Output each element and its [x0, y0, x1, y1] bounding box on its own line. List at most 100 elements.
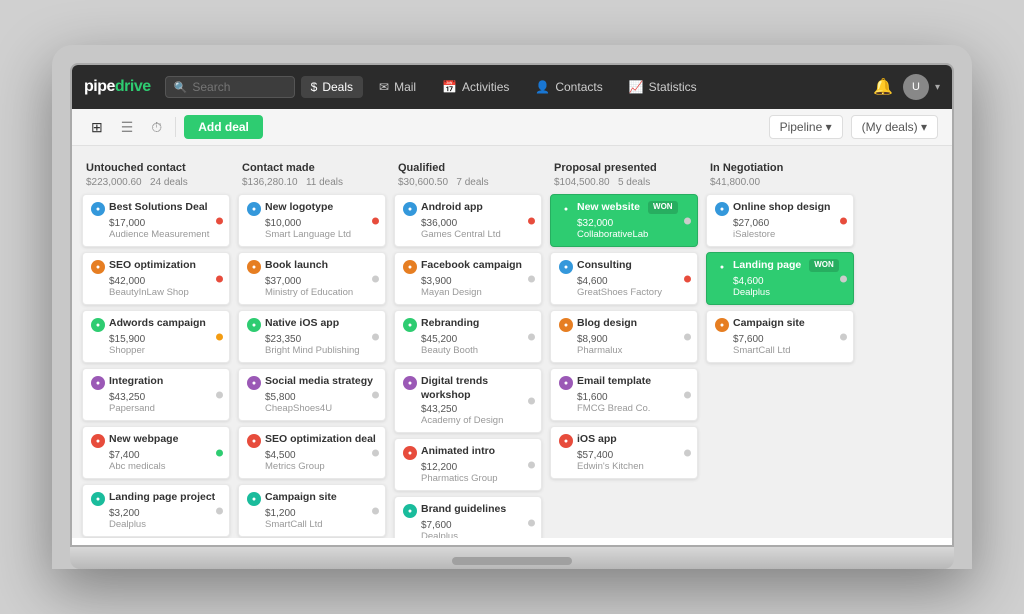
- search-box[interactable]: 🔍: [165, 76, 295, 98]
- card-company: CollaborativeLab: [559, 229, 689, 240]
- col-title: Untouched contact: [86, 162, 226, 175]
- card-price: $7,400: [91, 450, 221, 461]
- col-header-contact-made: Contact made $136,280.10 11 deals: [238, 156, 386, 194]
- deal-card[interactable]: ● Consulting $4,600 GreatShoes Factory: [550, 252, 698, 305]
- add-deal-button[interactable]: Add deal: [184, 115, 263, 139]
- toolbar: ⊞ ☰ ⏱ Add deal Pipeline ▾ (My deals) ▾: [72, 109, 952, 146]
- card-price: $32,000: [559, 218, 689, 229]
- nav-statistics[interactable]: 📈 Statistics: [619, 76, 707, 98]
- list-view-icon[interactable]: ☰: [116, 116, 139, 139]
- user-avatar[interactable]: U: [903, 74, 929, 100]
- card-status-dot: [372, 217, 379, 224]
- card-status-dot: [216, 449, 223, 456]
- card-avatar: ●: [559, 376, 573, 390]
- deal-card[interactable]: ● Landing page project $3,200 Dealplus: [82, 484, 230, 537]
- deal-card[interactable]: ● Digital trends workshop $43,250 Academ…: [394, 368, 542, 433]
- card-title: ● Landing page project: [91, 491, 221, 506]
- card-status-dot: [216, 391, 223, 398]
- card-price: $7,600: [403, 520, 533, 531]
- card-company: Metrics Group: [247, 461, 377, 472]
- search-input[interactable]: [192, 80, 285, 94]
- deal-card[interactable]: ● Book launch $37,000 Ministry of Educat…: [238, 252, 386, 305]
- deal-card[interactable]: ● Online shop design $27,060 iSalestore: [706, 194, 854, 247]
- nav-contacts[interactable]: 👤 Contacts: [525, 76, 612, 98]
- deal-card[interactable]: ● Rebranding $45,200 Beauty Booth: [394, 310, 542, 363]
- user-menu-chevron[interactable]: ▾: [935, 82, 940, 93]
- card-price: $8,900: [559, 334, 689, 345]
- card-status-dot: [684, 275, 691, 282]
- card-company: Academy of Design: [403, 415, 533, 426]
- card-status-dot: [684, 391, 691, 398]
- card-company: GreatShoes Factory: [559, 287, 689, 298]
- deal-card[interactable]: ● iOS app $57,400 Edwin's Kitchen: [550, 426, 698, 479]
- col-stats: $136,280.10 11 deals: [242, 177, 382, 188]
- card-title: ● Digital trends workshop: [403, 375, 533, 402]
- deal-card[interactable]: ● Blog design $8,900 Pharmalux: [550, 310, 698, 363]
- col-cards-negotiation: ● Online shop design $27,060 iSalestore …: [706, 194, 854, 363]
- laptop-screen: pipedrive 🔍 $ Deals ✉ Mail 📅 Activities: [70, 63, 954, 547]
- deal-card[interactable]: ● Campaign site $1,200 SmartCall Ltd: [238, 484, 386, 537]
- card-avatar: ●: [715, 318, 729, 332]
- deal-card[interactable]: ● Integration $43,250 Papersand: [82, 368, 230, 421]
- card-company: Smart Language Ltd: [247, 229, 377, 240]
- card-avatar: ●: [91, 434, 105, 448]
- card-price: $57,400: [559, 450, 689, 461]
- laptop-notch: [452, 557, 572, 565]
- card-status-dot: [216, 275, 223, 282]
- toolbar-divider: [175, 117, 176, 137]
- card-title: ● SEO optimization deal: [247, 433, 377, 448]
- card-title: ● Campaign site: [247, 491, 377, 506]
- kanban-view-icon[interactable]: ⊞: [86, 116, 108, 139]
- col-cards-contact-made: ● New logotype $10,000 Smart Language Lt…: [238, 194, 386, 538]
- card-status-dot: [372, 333, 379, 340]
- card-title: ● Adwords campaign: [91, 317, 221, 332]
- card-title: ● New logotype: [247, 201, 377, 216]
- kanban-col-untouched: Untouched contact $223,000.60 24 deals ●…: [82, 156, 230, 528]
- contacts-icon: 👤: [535, 80, 550, 94]
- deal-card[interactable]: ● Brand guidelines $7,600 Dealplus: [394, 496, 542, 538]
- card-title: ● Animated intro: [403, 445, 533, 460]
- deal-card[interactable]: ● Facebook campaign $3,900 Mayan Design: [394, 252, 542, 305]
- card-company: SmartCall Ltd: [247, 519, 377, 530]
- deal-card[interactable]: ● New webpage $7,400 Abc medicals: [82, 426, 230, 479]
- deal-card[interactable]: ● SEO optimization deal $4,500 Metrics G…: [238, 426, 386, 479]
- nav-mail[interactable]: ✉ Mail: [369, 76, 426, 98]
- card-avatar: ●: [403, 202, 417, 216]
- card-price: $17,000: [91, 218, 221, 229]
- deal-card[interactable]: ● SEO optimization $42,000 BeautyInLaw S…: [82, 252, 230, 305]
- deal-card[interactable]: ● Android app $36,000 Games Central Ltd: [394, 194, 542, 247]
- col-stats: $30,600.50 7 deals: [398, 177, 538, 188]
- my-deals-filter[interactable]: (My deals) ▾: [851, 115, 938, 139]
- deal-card[interactable]: ● Campaign site $7,600 SmartCall Ltd: [706, 310, 854, 363]
- deal-card[interactable]: ● Native iOS app $23,350 Bright Mind Pub…: [238, 310, 386, 363]
- card-avatar: ●: [247, 376, 261, 390]
- col-title: In Negotiation: [710, 162, 850, 175]
- card-avatar: ●: [247, 202, 261, 216]
- card-title: ● SEO optimization: [91, 259, 221, 274]
- card-title: ● Email template: [559, 375, 689, 390]
- deal-card[interactable]: ● Adwords campaign $15,900 Shopper: [82, 310, 230, 363]
- nav-activities[interactable]: 📅 Activities: [432, 76, 519, 98]
- card-company: Dealplus: [715, 287, 845, 298]
- deal-card[interactable]: ● Animated intro $12,200 Pharmatics Grou…: [394, 438, 542, 491]
- deal-card[interactable]: ● Social media strategy $5,800 CheapShoe…: [238, 368, 386, 421]
- col-header-qualified: Qualified $30,600.50 7 deals: [394, 156, 542, 194]
- laptop-frame: pipedrive 🔍 $ Deals ✉ Mail 📅 Activities: [52, 45, 972, 569]
- timeline-view-icon[interactable]: ⏱: [146, 116, 167, 139]
- deal-card[interactable]: ● New websiteWON $32,000 CollaborativeLa…: [550, 194, 698, 247]
- deal-card[interactable]: ● Best Solutions Deal $17,000 Audience M…: [82, 194, 230, 247]
- card-status-dot: [216, 217, 223, 224]
- pipeline-filter[interactable]: Pipeline ▾: [769, 115, 843, 139]
- card-title: ● Social media strategy: [247, 375, 377, 390]
- card-title: ● Native iOS app: [247, 317, 377, 332]
- card-company: Ministry of Education: [247, 287, 377, 298]
- card-price: $45,200: [403, 334, 533, 345]
- deal-card[interactable]: ● Landing pageWON $4,600 Dealplus: [706, 252, 854, 305]
- notifications-bell[interactable]: 🔔: [869, 73, 897, 101]
- card-price: $4,600: [559, 276, 689, 287]
- deal-card[interactable]: ● New logotype $10,000 Smart Language Lt…: [238, 194, 386, 247]
- card-avatar: ●: [247, 318, 261, 332]
- card-title: ● Rebranding: [403, 317, 533, 332]
- deal-card[interactable]: ● Email template $1,600 FMCG Bread Co.: [550, 368, 698, 421]
- nav-deals[interactable]: $ Deals: [301, 76, 363, 98]
